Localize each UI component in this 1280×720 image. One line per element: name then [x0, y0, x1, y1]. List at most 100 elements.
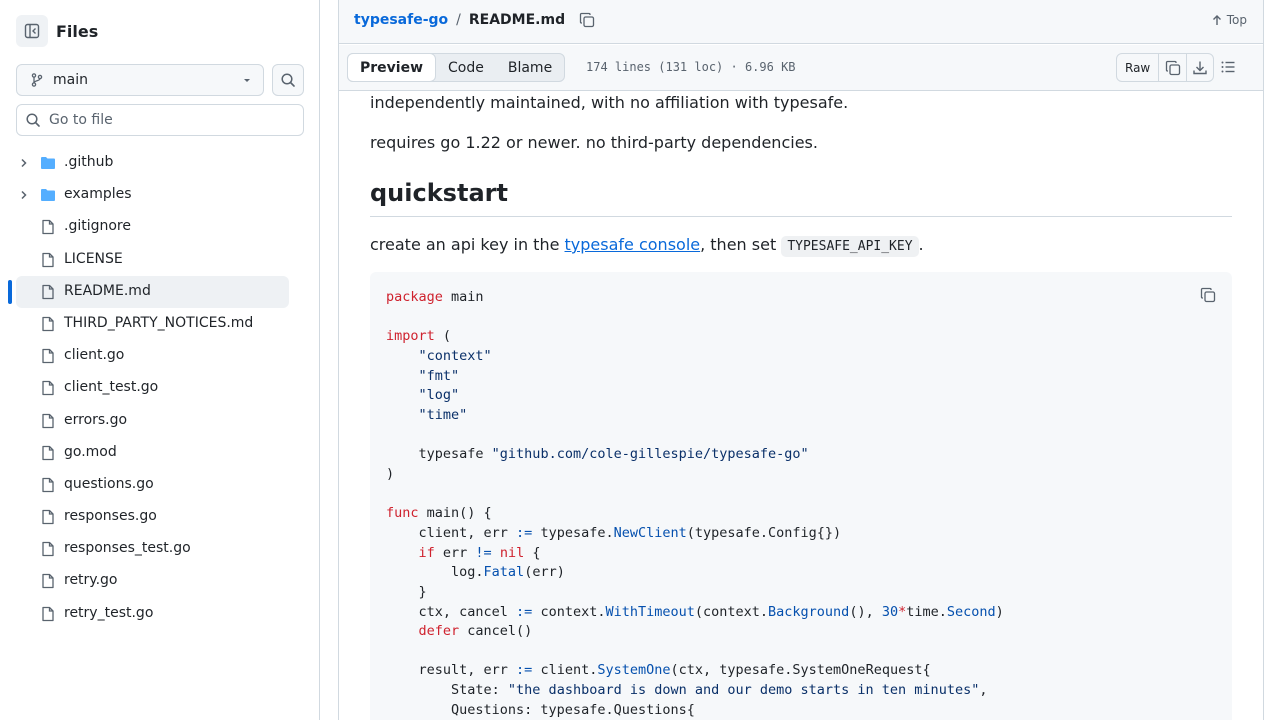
- readme-content: independently maintained, with no affili…: [339, 91, 1263, 720]
- copy-raw-button[interactable]: [1159, 54, 1186, 81]
- tree-item-icon: [40, 509, 56, 529]
- code-line: ​: [386, 642, 1004, 662]
- tree-file[interactable]: .gitignore: [0, 211, 320, 243]
- code-token: NewClient: [613, 524, 687, 541]
- code-token: defer: [418, 623, 460, 640]
- code-token: (: [434, 328, 452, 345]
- code-token: :=: [516, 524, 533, 541]
- tree-file[interactable]: retry.go: [0, 565, 320, 597]
- code-token: {: [524, 544, 541, 561]
- code-token: SystemOne: [597, 662, 671, 679]
- file-actions-group: Raw: [1116, 53, 1215, 82]
- expand-toggle[interactable]: [18, 189, 30, 205]
- tree-file[interactable]: responses_test.go: [0, 533, 320, 565]
- code-line: "fmt": [386, 367, 1004, 387]
- code-token: :=: [516, 662, 533, 679]
- tree-file[interactable]: client_test.go: [0, 372, 320, 404]
- code-token: *: [898, 603, 907, 620]
- copy-icon: [1165, 60, 1180, 75]
- tree-file[interactable]: errors.go: [0, 405, 320, 437]
- tree-folder[interactable]: examples: [0, 179, 320, 211]
- code-token: :=: [516, 603, 533, 620]
- tree-item-label: errors.go: [64, 411, 128, 428]
- expand-toggle[interactable]: [18, 157, 30, 173]
- raw-button[interactable]: Raw: [1117, 54, 1160, 81]
- tree-item-icon: [40, 477, 56, 497]
- tree-item-label: responses.go: [64, 508, 157, 525]
- code-line: log.Fatal(err): [386, 563, 1004, 583]
- tree-file[interactable]: responses.go: [0, 501, 320, 533]
- tree-file[interactable]: go.mod: [0, 437, 320, 469]
- branch-name: main: [53, 72, 88, 88]
- tree-item-icon: [40, 219, 56, 239]
- download-button[interactable]: [1186, 54, 1213, 81]
- tree-folder[interactable]: .github: [0, 147, 320, 179]
- search-files-button[interactable]: [272, 64, 304, 96]
- code-token: cancel(): [459, 623, 533, 640]
- chevron-right-icon: [21, 158, 27, 168]
- tab-preview[interactable]: Preview: [347, 53, 437, 82]
- tree-file[interactable]: client.go: [0, 340, 320, 372]
- file-icon: [42, 542, 54, 557]
- search-icon: [281, 73, 295, 87]
- code-token: context.: [532, 603, 606, 620]
- file-header: typesafe-go / README.md Top: [339, 0, 1263, 44]
- collapse-sidebar-button[interactable]: [16, 15, 48, 47]
- file-icon: [42, 413, 54, 428]
- section-heading: quickstart: [370, 179, 508, 207]
- code-token: typesafe.: [532, 524, 614, 541]
- code-line: client, err := typesafe.NewClient(typesa…: [386, 524, 1004, 544]
- copy-code-button[interactable]: [1200, 287, 1216, 307]
- code-token: (),: [849, 603, 882, 620]
- tree-item-icon: [40, 316, 56, 336]
- file-icon: [42, 445, 54, 460]
- back-to-top-button[interactable]: Top: [1211, 13, 1247, 27]
- tree-item-label: questions.go: [64, 475, 154, 492]
- tree-item-icon: [40, 606, 56, 626]
- copy-path-button[interactable]: [579, 12, 595, 28]
- file-icon: [42, 477, 54, 493]
- file-icon: [42, 381, 54, 396]
- code-token: import: [386, 328, 435, 345]
- branch-selector[interactable]: main: [16, 64, 264, 96]
- tree-item-label: client_test.go: [64, 379, 159, 396]
- tree-item-label: THIRD_PARTY_NOTICES.md: [64, 314, 254, 331]
- tree-item-label: LICENSE: [64, 250, 123, 267]
- breadcrumb-separator: /: [456, 12, 461, 28]
- tree-file[interactable]: retry_test.go: [0, 598, 320, 630]
- arrow-up-icon: [1212, 15, 1221, 25]
- tab-blame[interactable]: Blame: [496, 54, 564, 81]
- go-to-file-field[interactable]: [16, 104, 304, 136]
- tree-item-label: .gitignore: [64, 218, 131, 235]
- tree-file[interactable]: THIRD_PARTY_NOTICES.md: [0, 308, 320, 340]
- sidebar-collapse-icon: [24, 23, 40, 39]
- tree-file[interactable]: LICENSE: [0, 244, 320, 276]
- paragraph-text: .: [918, 235, 924, 254]
- file-icon: [42, 316, 54, 332]
- code-token: func: [386, 505, 419, 522]
- code-line: defer cancel(): [386, 622, 1004, 642]
- tree-item-icon: [40, 380, 56, 400]
- tree-file[interactable]: questions.go: [0, 469, 320, 501]
- tree-file[interactable]: README.md: [0, 275, 320, 308]
- code-token: (err): [524, 564, 565, 581]
- outline-button[interactable]: [1220, 59, 1236, 79]
- back-to-top-label: Top: [1226, 13, 1247, 27]
- breadcrumb-repo-link[interactable]: typesafe-go: [354, 12, 448, 28]
- copy-icon: [579, 12, 595, 28]
- code-line: ctx, cancel := context.WithTimeout(conte…: [386, 603, 1004, 623]
- file-icon: [42, 574, 54, 589]
- list-unordered-icon: [1221, 61, 1235, 73]
- folder-icon: [41, 157, 55, 169]
- code-line: "context": [386, 347, 1004, 367]
- tab-code[interactable]: Code: [436, 54, 496, 81]
- download-icon: [1193, 61, 1207, 74]
- go-to-file-input[interactable]: [49, 112, 289, 128]
- code-token: if: [418, 544, 435, 561]
- code-line: package main: [386, 288, 1004, 308]
- typesafe-console-link[interactable]: typesafe console: [565, 235, 701, 254]
- tree-item-icon: [40, 573, 56, 593]
